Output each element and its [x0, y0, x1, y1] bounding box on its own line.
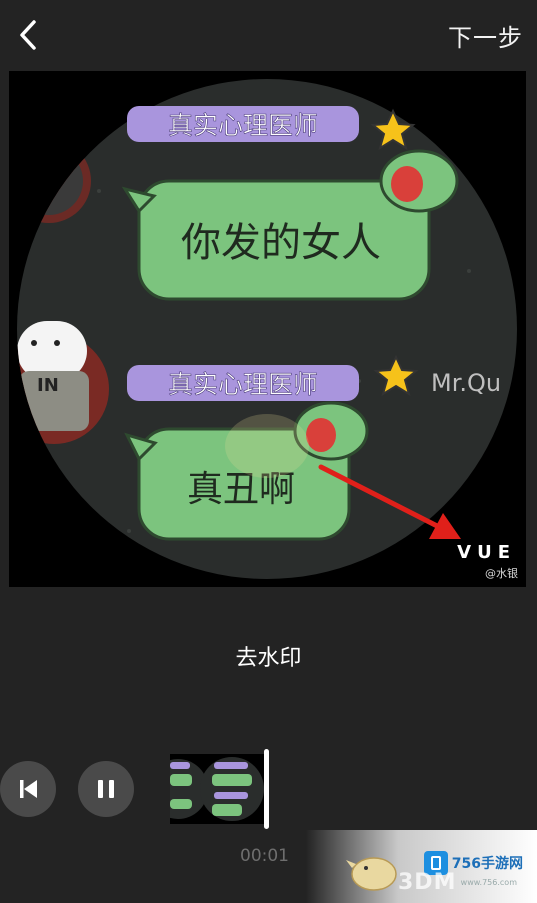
- time-label: 00:01: [240, 846, 289, 866]
- back-button[interactable]: [12, 16, 46, 54]
- skip-previous-button[interactable]: [0, 761, 56, 817]
- shirt-text: IN: [37, 375, 59, 396]
- badge-text-1: 真实心理医师: [168, 111, 318, 140]
- preview-image: 真实心理医师 你发的女人 真实心理医师 Mr.Qu 真丑啊 IN: [17, 79, 517, 579]
- badge-text-2: 真实心理医师: [168, 370, 318, 399]
- timeline-strip[interactable]: [170, 754, 266, 824]
- next-step-button[interactable]: 下一步: [448, 18, 523, 53]
- timeline-thumbnails: [170, 754, 266, 824]
- watermark-brand: VUE: [457, 542, 516, 563]
- site-watermark-overlay: 756手游网 3DM www.756.com: [306, 830, 537, 903]
- top-bar: 下一步: [0, 0, 537, 70]
- skip-previous-icon: [20, 780, 37, 798]
- video-preview: 真实心理医师 你发的女人 真实心理医师 Mr.Qu 真丑啊 IN VUE @水银: [9, 71, 526, 587]
- playhead-handle[interactable]: [264, 749, 269, 829]
- site-brand: 3DM: [398, 870, 457, 895]
- site-url: www.756.com: [460, 878, 517, 887]
- site-name: 756手游网: [451, 856, 523, 872]
- pause-icon: [98, 780, 114, 798]
- pause-button[interactable]: [78, 761, 134, 817]
- side-text: Mr.Qu: [431, 369, 501, 397]
- bubble-text-1: 你发的女人: [181, 220, 381, 266]
- chick-logo-icon: [346, 857, 397, 891]
- remove-watermark-button[interactable]: 去水印: [0, 640, 537, 672]
- watermark-handle: @水银: [485, 567, 518, 580]
- chevron-left-icon: [20, 20, 36, 50]
